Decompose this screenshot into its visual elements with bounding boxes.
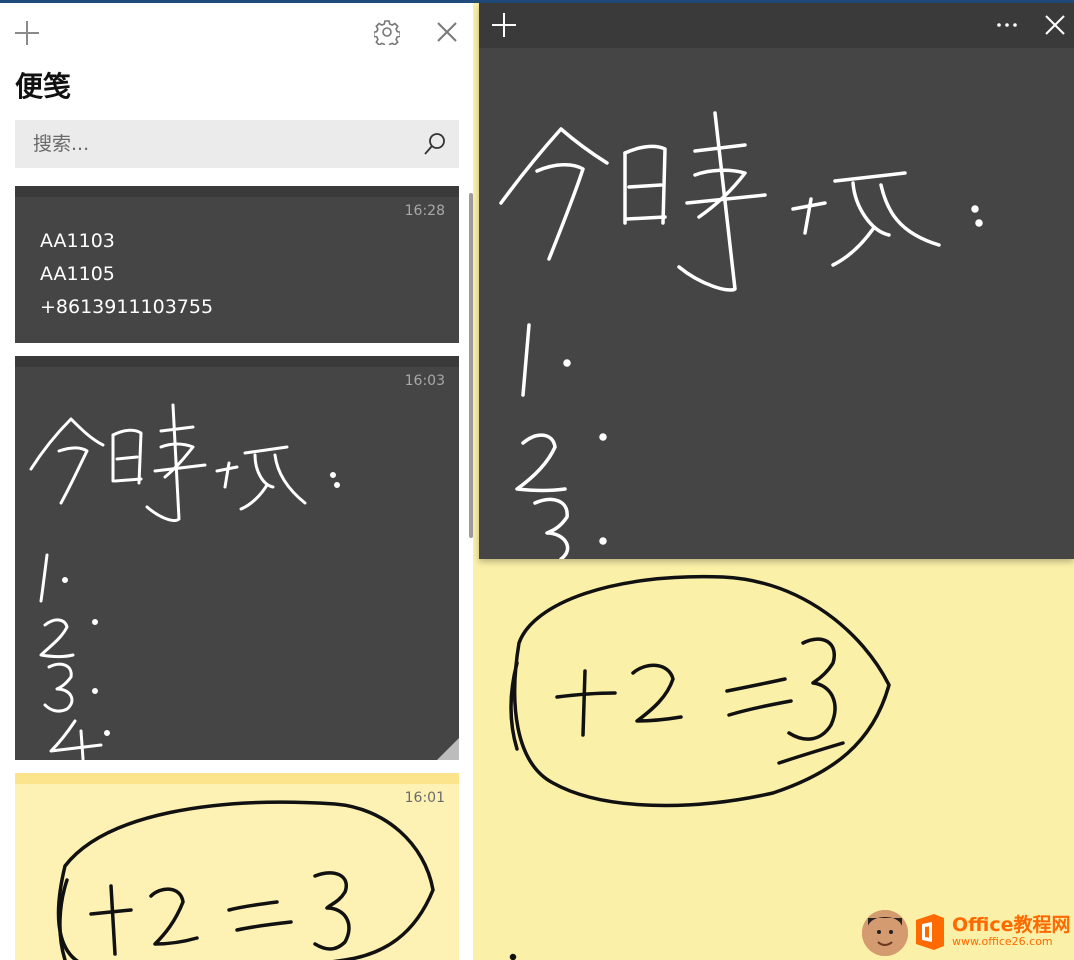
note-card[interactable]: 16:01 <box>15 773 459 960</box>
open-note-dark[interactable] <box>479 3 1074 559</box>
note-text: AA1103 AA1105 +8613911103755 <box>40 225 213 324</box>
search-input[interactable] <box>15 120 405 168</box>
note-time: 16:28 <box>404 203 445 219</box>
notes-list-panel: 便笺 16:28 AA1103 AA1105 +8613911103755 16… <box>0 3 473 960</box>
avatar <box>862 910 908 956</box>
watermark: Office教程网 www.office26.com <box>860 906 1074 960</box>
new-note-button[interactable] <box>7 13 47 53</box>
plus-icon <box>15 21 39 45</box>
note-card[interactable]: 16:03 <box>15 356 459 760</box>
close-button[interactable] <box>427 12 467 52</box>
handwriting-ink <box>499 111 983 559</box>
watermark-title: Office教程网 <box>952 914 1071 936</box>
page-title: 便笺 <box>15 70 72 103</box>
sticky-notes-screen: 便笺 16:28 AA1103 AA1105 +8613911103755 16… <box>0 0 1074 960</box>
watermark-url: www.office26.com <box>952 935 1053 948</box>
note-card[interactable]: 16:28 AA1103 AA1105 +8613911103755 <box>15 186 459 343</box>
note-fold-corner <box>437 738 459 760</box>
settings-button[interactable] <box>367 12 407 52</box>
handwriting-ink <box>56 800 435 960</box>
gear-icon <box>374 20 400 45</box>
search-box <box>15 120 459 168</box>
close-icon <box>437 22 457 42</box>
note-line: AA1105 <box>40 263 115 285</box>
note-line: AA1103 <box>40 230 115 252</box>
handwriting-ink <box>29 403 340 760</box>
search-icon[interactable] <box>421 130 449 158</box>
note-line: +8613911103755 <box>40 296 214 318</box>
office-logo-icon <box>916 914 944 950</box>
